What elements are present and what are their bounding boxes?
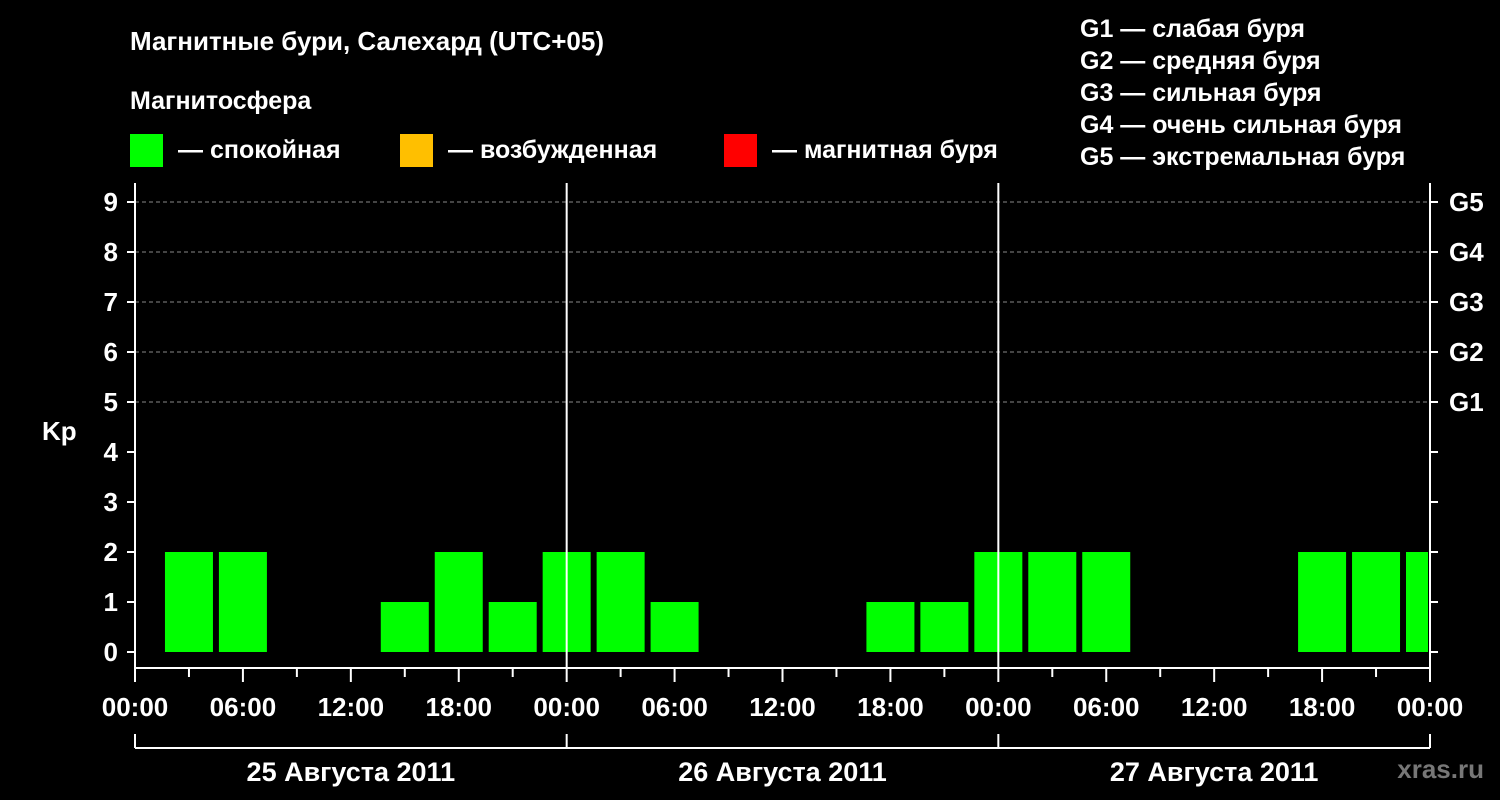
x-tick-label-4: 18:00: [426, 692, 493, 722]
x-tick-label-5: 00:00: [533, 692, 600, 722]
storm-scale-item-5: G5 — экстремальная буря: [1080, 143, 1405, 171]
x-tick-label-8: 18:00: [857, 692, 924, 722]
kp-bar-18: [1028, 552, 1077, 652]
x-tick-label-13: 00:00: [1397, 692, 1464, 722]
storm-scale-item-2: G2 — средняя буря: [1080, 47, 1321, 75]
x-tick-label-11: 12:00: [1181, 692, 1248, 722]
day-label-3: 27 Августа 2011: [1110, 757, 1319, 787]
y-tick-label-8: 8: [104, 237, 118, 267]
storm-scale-list: G1 — слабая буря G2 — средняя буря G3 — си…: [1080, 15, 1405, 171]
right-tick-label-G3: G3: [1449, 287, 1484, 317]
y-tick-label-7: 7: [104, 287, 118, 317]
x-tick-label-7: 12:00: [749, 692, 816, 722]
kp-bar-15: [866, 602, 915, 652]
day-label-2: 26 Августа 2011: [678, 757, 887, 787]
right-tick-label-G5: G5: [1449, 187, 1484, 217]
kp-chart: Магнитные бури, Салехард (UTC+05) Магнит…: [42, 15, 1484, 787]
x-tick-label-3: 12:00: [318, 692, 385, 722]
axes: 0 1 2 3 4 5 6 7 8 9 G1 G2 G3 G4 G5 00:00 06:00 12:00 18:00…: [102, 183, 1484, 787]
watermark: xras.ru: [1397, 754, 1484, 784]
day-label-1: 25 Августа 2011: [247, 757, 456, 787]
y-tick-label-9: 9: [104, 187, 118, 217]
y-tick-label-3: 3: [104, 487, 118, 517]
legend-swatch-1: [130, 134, 163, 167]
kp-bar-11: [650, 602, 699, 652]
kp-bar-6: [380, 602, 429, 652]
legend-label-2: — возбужденная: [448, 136, 657, 164]
x-tick-label-9: 00:00: [965, 692, 1032, 722]
legend-title: Магнитосфера: [130, 87, 312, 115]
kp-bar-23: [1298, 552, 1347, 652]
kp-bar-2: [164, 552, 213, 652]
grid-lines: [135, 201, 1430, 403]
legend-label-1: — спокойная: [178, 136, 341, 164]
y-tick-label-1: 1: [104, 587, 118, 617]
x-tick-label-2: 06:00: [210, 692, 277, 722]
legend-label-3: — магнитная буря: [772, 136, 998, 164]
legend-swatch-3: [724, 134, 757, 167]
y-tick-label-6: 6: [104, 337, 118, 367]
right-tick-label-G1: G1: [1449, 387, 1484, 417]
x-tick-label-12: 18:00: [1289, 692, 1356, 722]
right-tick-label-G2: G2: [1449, 337, 1484, 367]
storm-scale-item-4: G4 — очень сильная буря: [1080, 111, 1402, 139]
kp-bar-8: [488, 602, 537, 652]
x-tick-label-1: 00:00: [102, 692, 169, 722]
y-tick-label-0: 0: [104, 637, 118, 667]
bar-series: [164, 552, 1428, 652]
kp-bar-19: [1082, 552, 1131, 652]
y-tick-label-4: 4: [104, 437, 119, 467]
x-tick-label-6: 06:00: [641, 692, 708, 722]
y-axis-label: Kp: [42, 416, 77, 446]
kp-bar-7: [434, 552, 483, 652]
legend: — спокойная — возбужденная — магнитная бур…: [130, 134, 998, 167]
x-tick-label-10: 06:00: [1073, 692, 1140, 722]
kp-bar-10: [596, 552, 645, 652]
storm-scale-item-3: G3 — сильная буря: [1080, 79, 1322, 107]
kp-bar-3: [218, 552, 267, 652]
kp-bar-24: [1352, 552, 1401, 652]
right-tick-label-G4: G4: [1449, 237, 1484, 267]
y-tick-label-2: 2: [104, 537, 118, 567]
kp-bar-25: [1406, 552, 1428, 652]
chart-title: Магнитные бури, Салехард (UTC+05): [130, 26, 604, 56]
kp-bar-16: [920, 602, 969, 652]
legend-swatch-2: [400, 134, 433, 167]
storm-scale-item-1: G1 — слабая буря: [1080, 15, 1305, 43]
y-tick-label-5: 5: [104, 387, 118, 417]
